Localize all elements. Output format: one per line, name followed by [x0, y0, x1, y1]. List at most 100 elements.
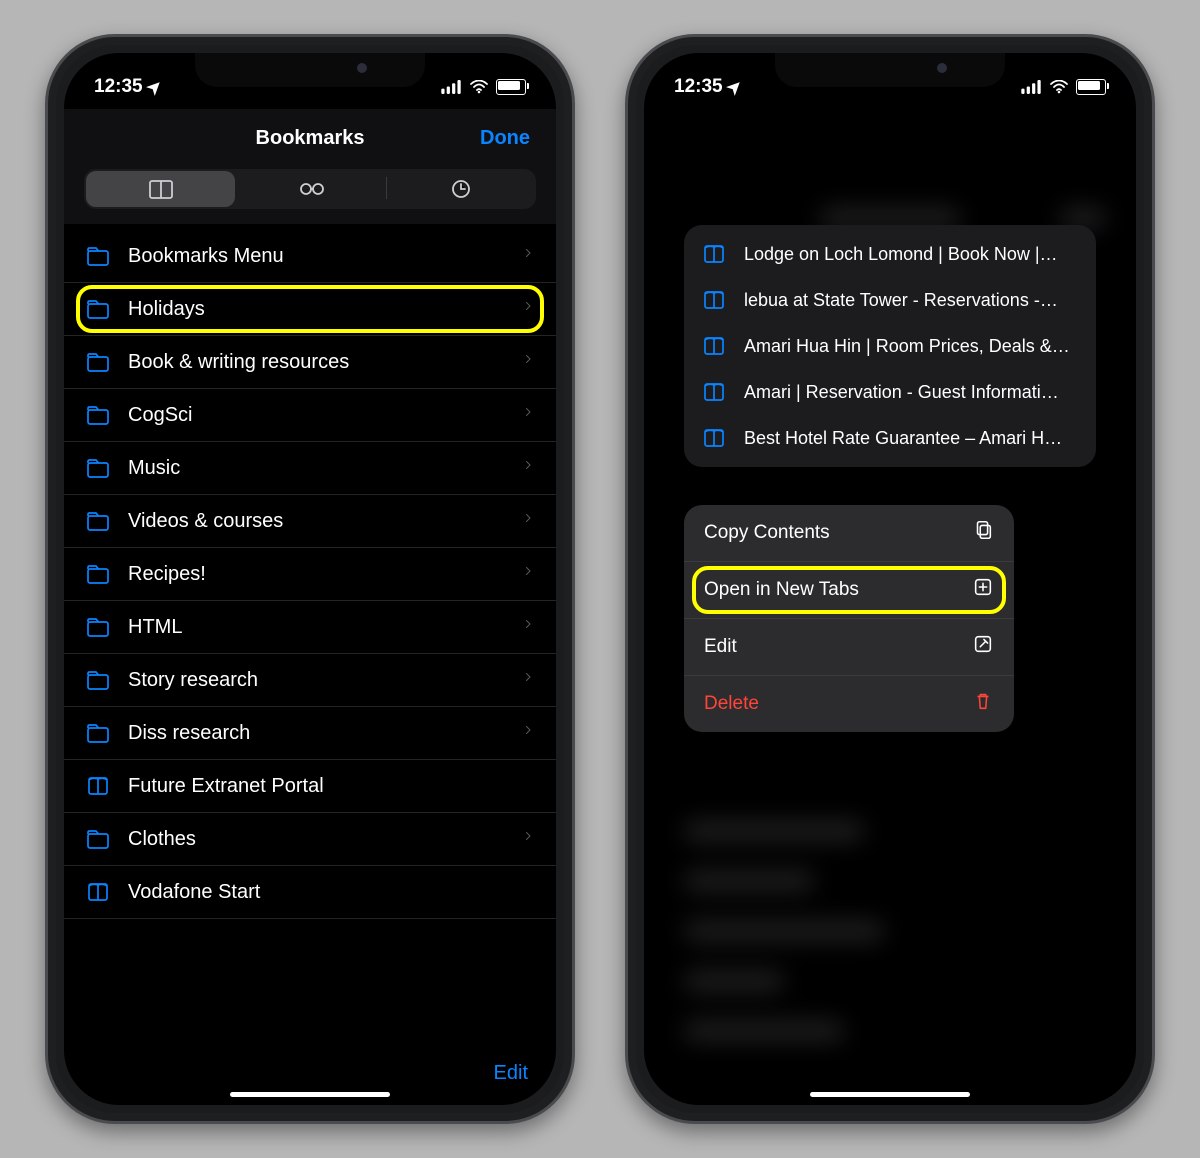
bookmark-label: Recipes!: [128, 563, 504, 586]
clock-icon: [447, 177, 475, 201]
folder-icon: [86, 297, 110, 321]
chevron-right-icon: [522, 456, 534, 480]
context-menu: Copy Contents Open in New Tabs Edit Delete: [684, 505, 1014, 732]
bookmark-icon: [702, 380, 726, 404]
preview-bookmark-row: lebua at State Tower - Reservations -…: [684, 277, 1096, 323]
glasses-icon: [297, 177, 327, 201]
edit-button[interactable]: Edit: [494, 1062, 528, 1085]
bookmarks-header: Bookmarks Done: [64, 109, 556, 224]
chevron-right-icon: [522, 827, 534, 851]
done-button[interactable]: Done: [480, 127, 530, 150]
preview-bookmark-label: Amari Hua Hin | Room Prices, Deals &…: [744, 336, 1078, 357]
trash-icon: [972, 690, 994, 718]
bookmark-row[interactable]: Future Extranet Portal: [64, 760, 556, 813]
bookmark-label: Story research: [128, 669, 504, 692]
menu-item-label: Copy Contents: [704, 522, 830, 544]
bookmark-icon: [702, 242, 726, 266]
bookmark-row[interactable]: Recipes!: [64, 548, 556, 601]
bookmark-label: HTML: [128, 616, 504, 639]
bookmark-row[interactable]: HTML: [64, 601, 556, 654]
phone-left-screen: 12:35 ➤ Bookmarks Done: [64, 53, 556, 1105]
phone-left: 12:35 ➤ Bookmarks Done: [45, 34, 575, 1124]
bookmark-row[interactable]: Diss research: [64, 707, 556, 760]
preview-bookmark-label: Lodge on Loch Lomond | Book Now |…: [744, 244, 1078, 265]
tab-bookmarks[interactable]: [86, 171, 235, 207]
bookmark-row[interactable]: Book & writing resources: [64, 336, 556, 389]
folder-icon: [86, 456, 110, 480]
bookmark-row[interactable]: Clothes: [64, 813, 556, 866]
menu-item-label: Edit: [704, 636, 737, 658]
bookmark-label: Vodafone Start: [128, 881, 534, 904]
blurred-background: [644, 109, 1136, 115]
bookmark-row[interactable]: Videos & courses: [64, 495, 556, 548]
status-bar: 12:35 ➤: [64, 53, 556, 109]
chevron-right-icon: [522, 350, 534, 374]
folder-icon: [86, 403, 110, 427]
bookmark-label: Book & writing resources: [128, 351, 504, 374]
bookmark-label: Diss research: [128, 722, 504, 745]
chevron-right-icon: [522, 403, 534, 427]
bookmark-row[interactable]: CogSci: [64, 389, 556, 442]
folder-icon: [86, 668, 110, 692]
folder-icon: [86, 244, 110, 268]
home-indicator[interactable]: [810, 1092, 970, 1097]
phone-right: 12:35 ➤: [625, 34, 1155, 1124]
bookmark-label: Holidays: [128, 298, 504, 321]
menu-item-open-in-new-tabs[interactable]: Open in New Tabs: [684, 562, 1014, 619]
location-icon: ➤: [722, 75, 747, 100]
preview-bookmark-label: Best Hotel Rate Guarantee – Amari H…: [744, 428, 1078, 449]
preview-bookmark-row: Amari Hua Hin | Room Prices, Deals &…: [684, 323, 1096, 369]
bookmark-label: Bookmarks Menu: [128, 245, 504, 268]
chevron-right-icon: [522, 615, 534, 639]
menu-item-label: Delete: [704, 693, 759, 715]
page-title: Bookmarks: [256, 127, 365, 150]
bookmark-icon: [702, 426, 726, 450]
folder-icon: [86, 562, 110, 586]
folder-icon: [86, 615, 110, 639]
bookmark-row[interactable]: Holidays: [64, 283, 556, 336]
menu-item-delete[interactable]: Delete: [684, 676, 1014, 732]
chevron-right-icon: [522, 562, 534, 586]
menu-item-label: Open in New Tabs: [704, 579, 859, 601]
battery-icon: [496, 79, 526, 95]
preview-bookmark-label: Amari | Reservation - Guest Informati…: [744, 382, 1078, 403]
folder-icon: [86, 721, 110, 745]
wifi-icon: [468, 80, 490, 94]
newtab-icon: [972, 576, 994, 604]
bookmark-label: Videos & courses: [128, 510, 504, 533]
tab-reading-list[interactable]: [237, 169, 386, 209]
chevron-right-icon: [522, 721, 534, 745]
status-bar: 12:35 ➤: [644, 53, 1136, 109]
preview-bookmark-row: Best Hotel Rate Guarantee – Amari H…: [684, 415, 1096, 461]
battery-icon: [1076, 79, 1106, 95]
bookmark-label: Future Extranet Portal: [128, 775, 534, 798]
preview-bookmark-row: Amari | Reservation - Guest Informati…: [684, 369, 1096, 415]
wifi-icon: [1048, 80, 1070, 94]
home-indicator[interactable]: [230, 1092, 390, 1097]
tab-history[interactable]: [387, 169, 536, 209]
folder-icon: [86, 350, 110, 374]
bookmark-icon: [702, 288, 726, 312]
bookmarks-segmented-control[interactable]: [84, 169, 536, 209]
bookmark-row[interactable]: Music: [64, 442, 556, 495]
bookmark-label: Music: [128, 457, 504, 480]
signal-icon: [440, 80, 462, 94]
chevron-right-icon: [522, 297, 534, 321]
menu-item-edit[interactable]: Edit: [684, 619, 1014, 676]
chevron-right-icon: [522, 509, 534, 533]
bookmark-icon: [86, 774, 110, 798]
phone-right-screen: 12:35 ➤: [644, 53, 1136, 1105]
bookmark-row[interactable]: Bookmarks Menu: [64, 230, 556, 283]
bookmark-label: Clothes: [128, 828, 504, 851]
status-time: 12:35: [94, 76, 143, 98]
menu-item-copy-contents[interactable]: Copy Contents: [684, 505, 1014, 562]
bookmark-label: CogSci: [128, 404, 504, 427]
bookmarks-list: Bookmarks Menu Holidays Book & writing res…: [64, 230, 556, 919]
preview-bookmark-label: lebua at State Tower - Reservations -…: [744, 290, 1078, 311]
book-icon: [147, 177, 175, 201]
folder-icon: [86, 827, 110, 851]
status-time: 12:35: [674, 76, 723, 98]
bookmark-row[interactable]: Story research: [64, 654, 556, 707]
preview-bookmark-row: Lodge on Loch Lomond | Book Now |…: [684, 231, 1096, 277]
bookmark-row[interactable]: Vodafone Start: [64, 866, 556, 919]
